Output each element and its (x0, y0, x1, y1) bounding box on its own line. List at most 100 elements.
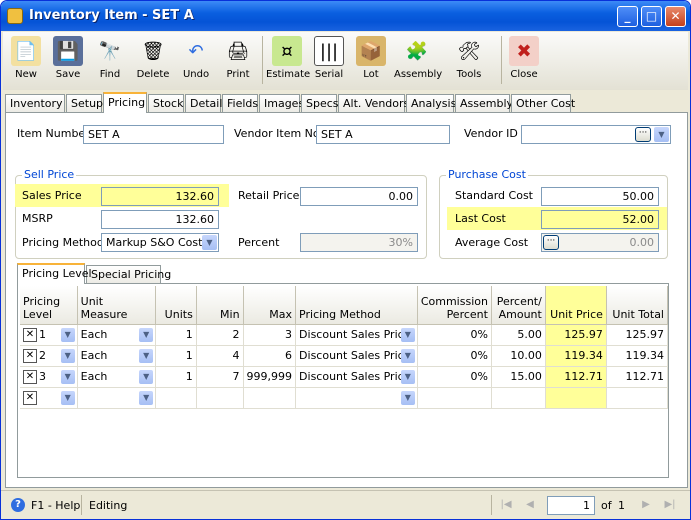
lot-button[interactable]: 📦 Lot (352, 34, 390, 88)
col-commission[interactable]: Commission Percent (417, 286, 492, 325)
tab-setup[interactable]: Setup (66, 94, 103, 112)
units-cell[interactable] (155, 387, 197, 409)
chevron-down-icon[interactable]: ▼ (139, 369, 154, 384)
method-cell[interactable]: ▼ (295, 387, 418, 409)
unit-price-cell[interactable]: 119.34 (545, 345, 607, 367)
pricing-method-select[interactable]: Markup S&O Cost ▼ (101, 233, 219, 252)
min-cell[interactable] (196, 387, 244, 409)
chevron-down-icon[interactable]: ▼ (400, 369, 415, 384)
chevron-down-icon[interactable]: ▼ (400, 348, 415, 363)
minimize-button[interactable]: _ (617, 6, 638, 27)
chevron-down-icon[interactable]: ▼ (60, 327, 75, 342)
tab-alt-vendors[interactable]: Alt. Vendors (338, 94, 409, 112)
delete-button[interactable]: 🗑 Delete (133, 34, 173, 88)
level-cell[interactable]: ✕ 2 ▼ (20, 345, 78, 367)
chevron-down-icon[interactable]: ▼ (139, 348, 154, 363)
tab-inventory[interactable]: Inventory (5, 94, 65, 112)
tab-pricing[interactable]: Pricing (103, 92, 147, 113)
find-button[interactable]: 🔭 Find (91, 34, 129, 88)
tab-stock[interactable]: Stock (148, 94, 184, 112)
chevron-down-icon[interactable]: ▼ (654, 127, 669, 142)
new-row[interactable]: ✕ ▼ ▼ ▼ (20, 387, 669, 409)
delete-row-icon[interactable]: ✕ (23, 327, 37, 342)
vendor-item-field[interactable]: SET A (316, 125, 450, 144)
print-button[interactable]: 🖨 Print (219, 34, 257, 88)
sales-price-field[interactable]: 132.60 (101, 187, 219, 206)
delete-row-icon[interactable]: ✕ (23, 369, 37, 384)
max-cell[interactable]: 3 (243, 324, 297, 346)
table-row[interactable]: ✕ 2 ▼ Each ▼ 1 4 6 Discount Sales Price ▼ 0%… (20, 345, 669, 367)
standard-cost-field[interactable]: 50.00 (541, 187, 659, 206)
table-row[interactable]: ✕ 3 ▼ Each ▼ 1 7 999,999 Discount Sales Pri… (20, 366, 669, 388)
chevron-down-icon[interactable]: ▼ (202, 235, 217, 250)
col-pricing-level[interactable]: Pricing Level (20, 286, 78, 325)
chevron-down-icon[interactable]: ▼ (60, 369, 75, 384)
commission-cell[interactable]: 0% (417, 366, 492, 388)
last-record-icon[interactable]: ▶| (661, 496, 679, 514)
method-cell[interactable]: Discount Sales Price ▼ (295, 345, 418, 367)
previous-record-icon[interactable]: ◀ (521, 496, 539, 514)
tab-fields[interactable]: Fields (222, 94, 258, 112)
retail-price-field[interactable]: 0.00 (300, 187, 418, 206)
chevron-down-icon[interactable]: ▼ (400, 390, 415, 405)
max-cell[interactable]: 999,999 (243, 366, 297, 388)
uom-cell[interactable]: ▼ (77, 387, 157, 409)
tab-pricing-level[interactable]: Pricing Level (17, 263, 92, 284)
tools-button[interactable]: 🛠 Tools (444, 34, 494, 88)
percent-cell[interactable]: 10.00 (491, 345, 546, 367)
tab-specs[interactable]: Specs (301, 94, 339, 112)
col-pricing-method[interactable]: Pricing Method (295, 286, 418, 325)
percent-cell[interactable]: 15.00 (491, 366, 546, 388)
save-button[interactable]: 💾 Save (49, 34, 87, 88)
commission-cell[interactable]: 0% (417, 345, 492, 367)
method-cell[interactable]: Discount Sales Price ▼ (295, 366, 418, 388)
commission-cell[interactable] (417, 387, 492, 409)
uom-cell[interactable]: Each ▼ (77, 324, 157, 346)
units-cell[interactable]: 1 (155, 324, 197, 346)
help-icon[interactable]: ? (11, 498, 25, 512)
method-cell[interactable]: Discount Sales Price ▼ (295, 324, 418, 346)
commission-cell[interactable]: 0% (417, 324, 492, 346)
col-percent-amount[interactable]: Percent/ Amount (491, 286, 546, 325)
col-units[interactable]: Units (155, 286, 197, 325)
maximize-button[interactable]: □ (641, 6, 662, 27)
record-number-field[interactable]: 1 (547, 496, 595, 515)
delete-row-icon[interactable]: ✕ (23, 348, 37, 363)
level-cell[interactable]: ✕ 3 ▼ (20, 366, 78, 388)
assembly-button[interactable]: 🧩 Assembly (394, 34, 442, 88)
uom-cell[interactable]: Each ▼ (77, 366, 157, 388)
msrp-field[interactable]: 132.60 (101, 210, 219, 229)
percent-cell[interactable]: 5.00 (491, 324, 546, 346)
item-number-field[interactable]: SET A (83, 125, 224, 144)
average-cost-lookup-button[interactable]: ··· (543, 235, 559, 250)
col-max[interactable]: Max (243, 286, 297, 325)
chevron-down-icon[interactable]: ▼ (60, 390, 75, 405)
chevron-down-icon[interactable]: ▼ (139, 327, 154, 342)
units-cell[interactable]: 1 (155, 366, 197, 388)
percent-cell[interactable] (491, 387, 546, 409)
min-cell[interactable]: 4 (196, 345, 244, 367)
unit-price-cell[interactable]: 125.97 (545, 324, 607, 346)
min-cell[interactable]: 2 (196, 324, 244, 346)
serial-button[interactable]: ||| Serial (310, 34, 348, 88)
uom-cell[interactable]: Each ▼ (77, 345, 157, 367)
col-unit-measure[interactable]: Unit Measure (77, 286, 157, 325)
unit-price-cell[interactable] (545, 387, 607, 409)
chevron-down-icon[interactable]: ▼ (139, 390, 154, 405)
estimate-button[interactable]: ¤ Estimate (266, 34, 310, 88)
new-button[interactable]: 📄 New (7, 34, 45, 88)
undo-button[interactable]: ↶ Undo (177, 34, 215, 88)
max-cell[interactable]: 6 (243, 345, 297, 367)
next-record-icon[interactable]: ▶ (637, 496, 655, 514)
level-cell[interactable]: ✕ ▼ (20, 387, 78, 409)
tab-other-cost[interactable]: Other Cost (511, 94, 575, 112)
tab-images[interactable]: Images (259, 94, 304, 112)
chevron-down-icon[interactable]: ▼ (60, 348, 75, 363)
tab-special-pricing[interactable]: Special Pricing (86, 265, 171, 283)
col-unit-price[interactable]: Unit Price (545, 286, 607, 325)
level-cell[interactable]: ✕ 1 ▼ (20, 324, 78, 346)
chevron-down-icon[interactable]: ▼ (400, 327, 415, 342)
vendor-lookup-button[interactable]: ··· (635, 127, 651, 142)
close-window-button[interactable]: ✕ (665, 6, 686, 27)
close-button[interactable]: ✖ Close (505, 34, 543, 88)
